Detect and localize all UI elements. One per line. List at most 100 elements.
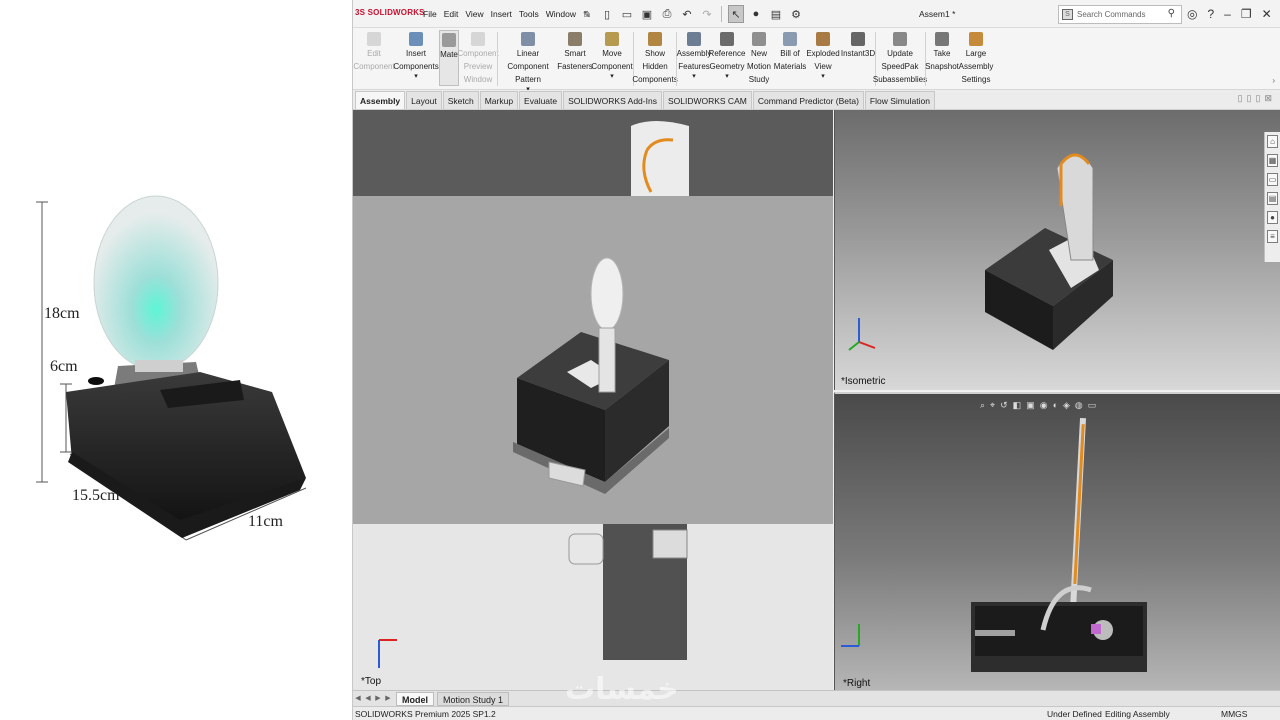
- heads-up-view-toolbar: ⌕ ⌖ ↺ ◧ ▣ ◉ ◐ ◈ ◍ ▭: [980, 400, 1096, 411]
- expand-ribbon-icon[interactable]: ›: [1272, 76, 1275, 85]
- menu-view[interactable]: View: [465, 9, 483, 19]
- reference-geometry-icon: [720, 32, 734, 46]
- large-assembly-settings-button[interactable]: Large Assembly Settings: [959, 30, 993, 86]
- tab-layout[interactable]: Layout: [406, 91, 442, 109]
- tab-flow-simulation[interactable]: Flow Simulation: [864, 91, 935, 109]
- zoom-area-icon[interactable]: ⌖: [990, 400, 995, 411]
- instant3d-button[interactable]: Instant3D: [841, 30, 875, 60]
- viewport-label-isometric: *Isometric: [841, 376, 886, 387]
- tab-markup[interactable]: Markup: [479, 91, 519, 109]
- view-orientation-icon[interactable]: ▣: [1026, 400, 1035, 411]
- search-scope-icon[interactable]: S: [1062, 9, 1073, 20]
- insert-components-icon: [409, 32, 423, 46]
- smart-fasteners-icon: [568, 32, 582, 46]
- viewport-right[interactable]: ⌕ ⌖ ↺ ◧ ▣ ◉ ◐ ◈ ◍ ▭ *Right: [834, 392, 1280, 690]
- minimize-icon[interactable]: –: [1224, 7, 1231, 21]
- status-mode: Editing Assembly: [1105, 709, 1170, 719]
- assembly-features-button[interactable]: Assembly Features ▾: [677, 30, 711, 81]
- menu-insert[interactable]: Insert: [491, 9, 512, 19]
- menu-bar: File Edit View Insert Tools Window ✎: [423, 0, 597, 28]
- hide-show-items-icon[interactable]: ◐: [1053, 400, 1058, 411]
- dropdown-arrow-icon[interactable]: ▾: [725, 73, 729, 81]
- restore-icon[interactable]: ❐: [1241, 7, 1252, 21]
- previous-view-icon[interactable]: ↺: [1000, 400, 1008, 411]
- select-icon[interactable]: ↖: [728, 5, 744, 23]
- edit-component-button[interactable]: Edit Component: [353, 30, 395, 73]
- open-icon[interactable]: ▭: [619, 5, 635, 23]
- file-properties-icon[interactable]: ▤: [768, 5, 784, 23]
- next-tab-arrow-icon[interactable]: ▶: [373, 693, 383, 705]
- tab-sketch[interactable]: Sketch: [442, 91, 479, 109]
- user-icon[interactable]: ◎: [1187, 7, 1197, 21]
- last-tab-arrow-icon[interactable]: ▶: [383, 693, 393, 705]
- tab-model[interactable]: Model: [396, 691, 434, 706]
- search-icon[interactable]: ⚲: [1168, 8, 1175, 19]
- viewport-isometric[interactable]: *Isometric: [834, 110, 1280, 390]
- title-bar: 3S SOLIDWORKS File Edit View Insert Tool…: [353, 0, 1280, 28]
- status-bar: SOLIDWORKS Premium 2025 SP1.2 Under Defi…: [353, 706, 1280, 720]
- bill-of-materials-button[interactable]: Bill of Materials: [774, 30, 806, 73]
- custom-properties-icon[interactable]: ≡: [1267, 230, 1278, 243]
- linear-component-pattern-button[interactable]: Linear Component Pattern ▾: [499, 30, 557, 94]
- print-icon[interactable]: ⎙: [659, 5, 675, 23]
- dropdown-arrow-icon[interactable]: ▾: [610, 73, 614, 81]
- viewport-top[interactable]: *Top: [353, 110, 833, 690]
- tab-command-predictor[interactable]: Command Predictor (Beta): [752, 91, 864, 109]
- task-pane: ⌂ ▦ ▭ ▤ ● ≡: [1264, 132, 1280, 262]
- solidworks-logo[interactable]: 3S SOLIDWORKS: [355, 8, 425, 17]
- close-icon[interactable]: ✕: [1262, 7, 1272, 21]
- zoom-to-fit-icon[interactable]: ⌕: [980, 400, 985, 411]
- apply-scene-icon[interactable]: ◍: [1075, 400, 1083, 411]
- large-assembly-icon: [969, 32, 983, 46]
- first-tab-arrow-icon[interactable]: ◀: [353, 693, 363, 705]
- component-preview-window-button[interactable]: Component Preview Window: [457, 30, 499, 86]
- new-motion-study-button[interactable]: New Motion Study: [745, 30, 773, 86]
- help-icon[interactable]: ?: [1207, 7, 1214, 21]
- dropdown-arrow-icon[interactable]: ▾: [692, 73, 696, 81]
- insert-components-button[interactable]: Insert Components ▾: [393, 30, 439, 81]
- assembly-render-right: [841, 417, 1147, 672]
- speedpak-icon: [893, 32, 907, 46]
- section-view-icon[interactable]: ◧: [1013, 400, 1022, 411]
- menu-edit[interactable]: Edit: [444, 9, 459, 19]
- prev-tab-arrow-icon[interactable]: ◀: [363, 693, 373, 705]
- tab-cam[interactable]: SOLIDWORKS CAM: [662, 91, 752, 109]
- display-style-icon[interactable]: ◉: [1040, 400, 1048, 411]
- tab-evaluate[interactable]: Evaluate: [519, 91, 563, 109]
- tab-assembly[interactable]: Assembly: [355, 91, 406, 109]
- menu-tools[interactable]: Tools: [519, 9, 539, 19]
- instant3d-icon: [851, 32, 865, 46]
- smart-fasteners-button[interactable]: Smart Fasteners: [557, 30, 593, 73]
- exploded-view-button[interactable]: Exploded View ▾: [806, 30, 840, 81]
- edit-appearance-icon[interactable]: ◈: [1063, 400, 1070, 411]
- tab-motion-study-1[interactable]: Motion Study 1: [437, 691, 510, 706]
- status-units[interactable]: MMGS: [1221, 707, 1247, 720]
- appearances-icon[interactable]: ●: [1267, 211, 1278, 224]
- save-icon[interactable]: ▣: [639, 5, 655, 23]
- new-document-icon[interactable]: ▯: [599, 5, 615, 23]
- tab-addins[interactable]: SOLIDWORKS Add-Ins: [563, 91, 662, 109]
- menu-file[interactable]: File: [423, 9, 437, 19]
- view-palette-icon[interactable]: ▤: [1267, 192, 1278, 205]
- design-library-icon[interactable]: ▦: [1267, 154, 1278, 167]
- solidworks-resources-icon[interactable]: ⌂: [1267, 135, 1278, 148]
- undo-icon[interactable]: ↶: [679, 5, 695, 23]
- motion-study-icon: [752, 32, 766, 46]
- file-explorer-icon[interactable]: ▭: [1267, 173, 1278, 186]
- home-icon[interactable]: ⌂: [579, 5, 595, 23]
- dropdown-arrow-icon[interactable]: ▾: [414, 73, 418, 81]
- options-gear-icon[interactable]: ⚙: [788, 5, 804, 23]
- update-speedpak-button[interactable]: Update SpeedPak Subassemblies: [873, 30, 927, 86]
- view-settings-icon[interactable]: ▭: [1088, 400, 1097, 411]
- move-component-button[interactable]: Move Component ▾: [591, 30, 633, 81]
- viewport-layout-controls[interactable]: ▯▯▯⊠: [1238, 93, 1276, 104]
- mate-button[interactable]: Mate: [439, 30, 459, 86]
- take-snapshot-button[interactable]: Take Snapshot: [925, 30, 959, 73]
- menu-window[interactable]: Window: [546, 9, 576, 19]
- redo-icon[interactable]: ↷: [699, 5, 715, 23]
- rebuild-icon[interactable]: ●: [748, 5, 764, 23]
- show-hidden-components-button[interactable]: Show Hidden Components: [632, 30, 678, 86]
- dropdown-arrow-icon[interactable]: ▾: [821, 73, 825, 81]
- reference-geometry-button[interactable]: Reference Geometry ▾: [709, 30, 745, 81]
- search-commands-input[interactable]: S Search Commands ⚲: [1058, 5, 1182, 24]
